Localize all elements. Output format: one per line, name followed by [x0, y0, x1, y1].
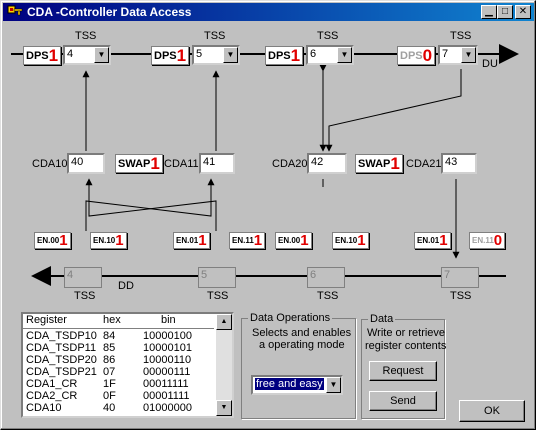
cda11-field[interactable]: 41: [199, 153, 235, 174]
cda-window: CDA -Controller Data Access ▁ □ ✕ TSS DP…: [0, 0, 536, 430]
du-label: DU: [482, 58, 498, 70]
table-header: Register hex bin: [23, 314, 214, 329]
table-cell: CDA_TSDP20: [26, 354, 97, 366]
tss-label-4: TSS: [450, 30, 472, 42]
table-row[interactable]: CDA10 40 01000000: [23, 402, 214, 414]
enable-button-3[interactable]: EN.011: [173, 232, 210, 249]
table-row[interactable]: CDA2_CR 0F 00001111: [23, 390, 214, 402]
bottom-tss-label-2: TSS: [207, 290, 229, 302]
table-cell: 85: [103, 342, 116, 354]
table-cell: CDA_TSDP21: [26, 366, 97, 378]
table-cell: CDA_TSDP10: [26, 330, 97, 342]
tss-label-1: TSS: [75, 30, 97, 42]
table-cell: CDA_TSDP11: [26, 342, 97, 354]
table-cell: 10000110: [143, 354, 192, 366]
cda10-label: CDA10: [32, 158, 68, 170]
bottom-tss-field-4: 7: [441, 267, 479, 288]
table-cell: 1F: [103, 378, 116, 390]
scroll-down-icon[interactable]: ▼: [216, 400, 232, 416]
bottom-tss-field-1: 4: [64, 267, 102, 288]
table-cell: 00011111: [143, 378, 189, 390]
table-cell: 01000000: [143, 402, 192, 414]
swap-2[interactable]: SWAP1: [355, 154, 403, 173]
data-operations-desc-1: Selects and enables: [252, 327, 352, 339]
table-cell: 10000101: [143, 342, 192, 354]
table-row[interactable]: CDA1_CR 1F 00011111: [23, 378, 214, 390]
table-scrollbar[interactable]: ▲ ▼: [216, 314, 232, 416]
data-group-desc-1: Write or retrieve: [367, 327, 446, 339]
table-cell: 00000111: [143, 366, 191, 378]
scroll-up-icon[interactable]: ▲: [216, 314, 232, 330]
tss-select-1[interactable]: 4 ▼: [63, 45, 111, 65]
tss-label-3: TSS: [317, 30, 339, 42]
dps4-cda20-arrow: [325, 69, 462, 152]
cda10-field[interactable]: 40: [67, 153, 105, 174]
register-table[interactable]: Register hex bin CDA_TSDP10 84 10000100 CDA…: [21, 312, 234, 418]
tss-select-3[interactable]: 6 ▼: [306, 45, 354, 65]
table-cell: 00001111: [143, 390, 190, 402]
chevron-down-icon[interactable]: ▼: [223, 47, 238, 63]
table-cell: 0F: [103, 390, 116, 402]
enable-button-7[interactable]: EN.011: [414, 232, 451, 249]
chevron-down-icon[interactable]: ▼: [337, 47, 352, 63]
mode-select[interactable]: free and easy ▼: [251, 375, 343, 395]
table-cell: 07: [103, 366, 116, 378]
enable-button-8[interactable]: EN.110: [469, 232, 506, 249]
cross-line-a: [85, 178, 215, 231]
data-group-title: Data: [368, 313, 396, 325]
table-cell: 86: [103, 354, 116, 366]
swap-1[interactable]: SWAP1: [115, 154, 163, 173]
enable-button-2[interactable]: EN.101: [90, 232, 127, 249]
ok-button[interactable]: OK: [459, 400, 525, 422]
cda21-field[interactable]: 43: [441, 153, 477, 174]
table-row[interactable]: CDA_TSDP20 86 10000110: [23, 354, 214, 366]
enable-button-1[interactable]: EN.001: [34, 232, 71, 249]
data-operations-title: Data Operations: [248, 312, 333, 324]
dps-1[interactable]: DPS1: [23, 46, 62, 65]
dps-2[interactable]: DPS1: [151, 46, 190, 65]
cda20-field[interactable]: 42: [307, 153, 347, 174]
bottom-tss-field-3: 6: [307, 267, 345, 288]
table-cell: 84: [103, 330, 116, 342]
data-operations-desc-2: a operating mode: [259, 339, 345, 351]
dps-3[interactable]: DPS1: [265, 46, 304, 65]
tss-select-4[interactable]: 7 ▼: [438, 45, 478, 65]
bottom-tss-label-4: TSS: [450, 290, 472, 302]
enable-button-5[interactable]: EN.001: [275, 232, 312, 249]
chevron-down-icon[interactable]: ▼: [461, 47, 476, 63]
dps-4[interactable]: DPS0: [397, 46, 436, 65]
tss-select-2[interactable]: 5 ▼: [192, 45, 240, 65]
bottom-tss-label-3: TSS: [317, 290, 339, 302]
bottom-tss-field-2: 5: [198, 267, 236, 288]
table-cell: CDA1_CR: [26, 378, 78, 390]
chevron-down-icon[interactable]: ▼: [326, 377, 341, 393]
table-row[interactable]: CDA_TSDP11 85 10000101: [23, 342, 214, 354]
bottom-tss-label-1: TSS: [74, 290, 96, 302]
table-cell: 40: [103, 402, 116, 414]
table-cell: CDA10: [26, 402, 62, 414]
data-group-desc-2: register contents: [365, 340, 447, 352]
enable-button-4[interactable]: EN.111: [229, 232, 266, 249]
table-cell: 10000100: [143, 330, 192, 342]
enable-button-6[interactable]: EN.101: [332, 232, 369, 249]
table-row[interactable]: CDA_TSDP21 07 00000111: [23, 366, 214, 378]
table-row[interactable]: CDA_TSDP10 84 10000100: [23, 330, 214, 342]
table-cell: CDA2_CR: [26, 390, 78, 402]
chevron-down-icon[interactable]: ▼: [94, 47, 109, 63]
cda21-label: CDA21: [406, 158, 442, 170]
tss-label-2: TSS: [204, 30, 226, 42]
cda11-label: CDA11: [164, 158, 199, 170]
cda20-label: CDA20: [272, 158, 308, 170]
dd-label: DD: [118, 280, 134, 292]
send-button[interactable]: Send: [369, 391, 437, 411]
cross-line-b: [85, 178, 217, 231]
request-button[interactable]: Request: [369, 361, 437, 381]
